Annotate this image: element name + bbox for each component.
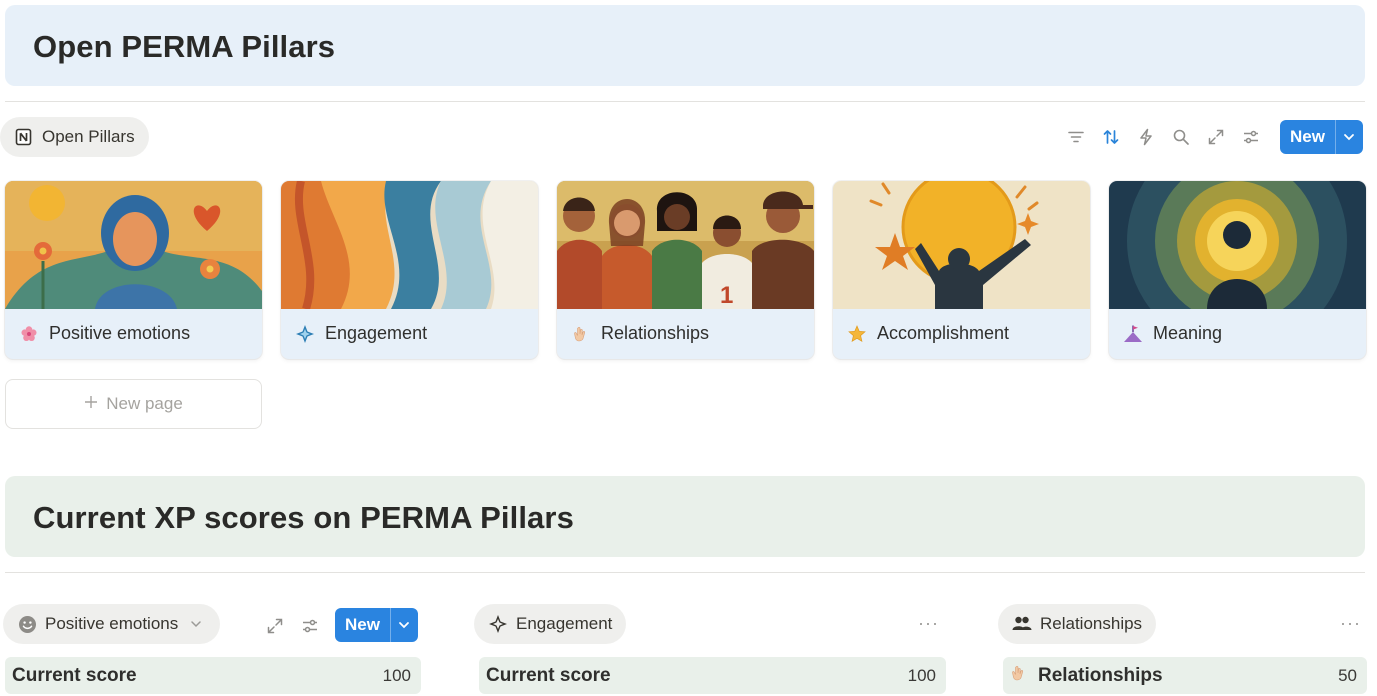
svg-text:1: 1 xyxy=(720,282,733,309)
card-cover-image xyxy=(5,181,262,309)
view-tab-relationships[interactable]: Relationships xyxy=(998,604,1157,644)
card-title-text: Relationships xyxy=(601,323,710,343)
divider xyxy=(5,101,1365,102)
scores-callout: Current XP scores on PERMA Pillars xyxy=(5,476,1365,557)
handshake-icon xyxy=(1010,664,1028,688)
view-tab-label: Open Pillars xyxy=(42,127,135,146)
score-row-label: Current score xyxy=(12,664,137,686)
new-button-label: New xyxy=(1290,127,1325,146)
score-row[interactable]: Relationships 50 xyxy=(1003,657,1367,694)
new-button[interactable]: New xyxy=(335,608,418,642)
card-title: Positive emotions xyxy=(19,323,190,344)
mountain-flag-icon xyxy=(1123,324,1143,344)
card-title: Accomplishment xyxy=(847,323,1009,344)
settings-icon[interactable] xyxy=(300,616,320,636)
card-title: Engagement xyxy=(295,323,427,344)
card-title-text: Meaning xyxy=(1153,323,1223,343)
card-title-text: Positive emotions xyxy=(49,323,191,343)
card-title: Relationships xyxy=(571,323,709,344)
new-button[interactable]: New xyxy=(1280,120,1363,154)
pillar-card-relationships[interactable]: 1 Relationships xyxy=(557,181,814,359)
more-options-icon[interactable]: ··· xyxy=(918,613,939,634)
new-button-label: New xyxy=(345,615,380,634)
score-row-value: 50 xyxy=(1338,665,1357,685)
score-row-label-wrap: Relationships xyxy=(1010,664,1163,688)
view-tab-label: Relationships xyxy=(1040,614,1143,633)
pillar-card-engagement[interactable]: Engagement xyxy=(281,181,538,359)
scores-section-title: Current XP scores on PERMA Pillars xyxy=(33,500,574,535)
new-page-button[interactable]: New page xyxy=(5,379,262,429)
plus-icon xyxy=(84,394,98,414)
card-title: Meaning xyxy=(1123,323,1222,344)
score-row-label: Current score xyxy=(486,664,611,686)
score-row-value: 100 xyxy=(907,665,936,685)
cherry-blossom-icon xyxy=(19,324,39,344)
view-tab-engagement[interactable]: Engagement xyxy=(474,604,627,644)
filter-icon[interactable] xyxy=(1066,127,1086,147)
sort-icon[interactable] xyxy=(1101,127,1121,147)
compass-icon xyxy=(295,324,315,344)
pillars-callout: Open PERMA Pillars xyxy=(5,5,1365,86)
score-row[interactable]: Current score 100 xyxy=(5,657,421,694)
card-title-text: Engagement xyxy=(325,323,428,343)
card-cover-image xyxy=(281,181,538,309)
search-icon[interactable] xyxy=(1171,127,1191,147)
score-row-label: Relationships xyxy=(1038,664,1163,686)
expand-icon[interactable] xyxy=(265,616,285,636)
chevron-down-icon[interactable] xyxy=(1334,120,1363,154)
compass-icon xyxy=(488,614,508,634)
database-toolbar xyxy=(1066,120,1261,154)
pillar-card-positive-emotions[interactable]: Positive emotions xyxy=(5,181,262,359)
pillar-card-meaning[interactable]: Meaning xyxy=(1109,181,1366,359)
divider xyxy=(5,572,1365,573)
expand-icon[interactable] xyxy=(1206,127,1226,147)
card-cover-image: 1 xyxy=(557,181,814,309)
chevron-down-icon[interactable] xyxy=(389,608,418,642)
score-row[interactable]: Current score 100 xyxy=(479,657,946,694)
handshake-icon xyxy=(571,324,591,344)
pillar-card-accomplishment[interactable]: Accomplishment xyxy=(833,181,1090,359)
score-row-value: 100 xyxy=(382,665,411,685)
star-icon xyxy=(847,324,867,344)
pillars-section-title: Open PERMA Pillars xyxy=(33,29,336,64)
smiley-icon xyxy=(17,614,37,634)
settings-icon[interactable] xyxy=(1241,127,1261,147)
automation-icon[interactable] xyxy=(1136,127,1156,147)
more-options-icon[interactable]: ··· xyxy=(1340,613,1361,634)
view-tab-label: Positive emotions xyxy=(45,614,179,633)
notion-icon xyxy=(14,127,34,147)
new-page-label: New page xyxy=(106,394,183,413)
card-cover-image xyxy=(1109,181,1366,309)
view-tab-label: Engagement xyxy=(516,614,613,633)
card-title-text: Accomplishment xyxy=(877,323,1010,343)
view-tab-positive-emotions[interactable]: Positive emotions xyxy=(3,604,221,644)
view-tab-open-pillars[interactable]: Open Pillars xyxy=(0,117,149,157)
card-cover-image xyxy=(833,181,1090,309)
people-icon xyxy=(1012,614,1032,634)
chevron-down-icon[interactable] xyxy=(186,614,206,634)
